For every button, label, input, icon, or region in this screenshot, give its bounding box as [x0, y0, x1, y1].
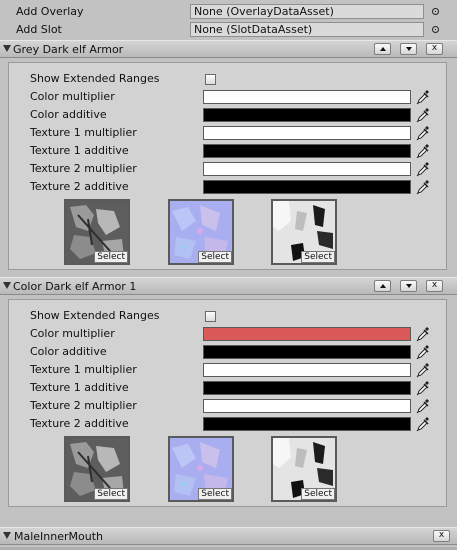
eyedropper-icon[interactable]: [416, 380, 430, 396]
arrow-up-icon: [380, 47, 386, 51]
arrow-up-icon: [380, 284, 386, 288]
remove-button[interactable]: x: [426, 280, 443, 292]
close-icon: x: [431, 43, 438, 53]
eyedropper-icon[interactable]: [416, 179, 430, 195]
color-row: Texture 2 multiplier: [9, 397, 448, 415]
move-down-button[interactable]: [400, 280, 417, 292]
section-title: MaleInnerMouth: [14, 530, 104, 543]
eyedropper-icon[interactable]: [416, 107, 430, 123]
move-up-button[interactable]: [374, 280, 391, 292]
eyedropper-icon[interactable]: [416, 398, 430, 414]
eyedropper-icon[interactable]: [416, 362, 430, 378]
eyedropper-icon[interactable]: [416, 416, 430, 432]
section-panel-color-dark-elf-armor-1: Show Extended Ranges Color multiplier Co…: [8, 299, 447, 507]
eyedropper-icon[interactable]: [416, 326, 430, 342]
texture-select-button[interactable]: Select: [301, 251, 335, 263]
close-icon: x: [431, 280, 438, 290]
object-picker-icon[interactable]: [432, 8, 439, 15]
color-row-label: Color additive: [30, 108, 107, 121]
show-extended-checkbox[interactable]: [205, 311, 216, 322]
arrow-down-icon: [406, 47, 412, 51]
color-row: Texture 1 multiplier: [9, 361, 448, 379]
color-swatch[interactable]: [203, 327, 411, 341]
color-row: Texture 1 multiplier: [9, 124, 448, 142]
color-swatch[interactable]: [203, 90, 411, 104]
color-row: Color additive: [9, 343, 448, 361]
move-up-button[interactable]: [374, 43, 391, 55]
color-row: Texture 1 additive: [9, 379, 448, 397]
section-title: Color Dark elf Armor 1: [13, 280, 137, 293]
color-swatch[interactable]: [203, 180, 411, 194]
show-extended-label: Show Extended Ranges: [30, 72, 160, 85]
texture-thumbnail-mask[interactable]: Select: [271, 199, 337, 265]
eyedropper-icon[interactable]: [416, 143, 430, 159]
add-slot-row: Add Slot None (SlotDataAsset): [0, 21, 457, 39]
texture-select-button[interactable]: Select: [198, 251, 232, 263]
color-row-label: Texture 1 additive: [30, 381, 129, 394]
color-row-label: Color additive: [30, 345, 107, 358]
section-header-color-dark-elf-armor-1[interactable]: Color Dark elf Armor 1 x: [0, 277, 457, 295]
section-header-male-inner-mouth[interactable]: MaleInnerMouth x: [0, 527, 457, 545]
color-row: Texture 2 multiplier: [9, 160, 448, 178]
section-header-grey-dark-elf-armor[interactable]: Grey Dark elf Armor x: [0, 40, 457, 58]
add-slot-field[interactable]: None (SlotDataAsset): [190, 22, 424, 37]
texture-thumbnail-diffuse[interactable]: Select: [64, 199, 130, 265]
section-panel-grey-dark-elf-armor: Show Extended Ranges Color multiplier Co…: [8, 62, 447, 270]
move-down-button[interactable]: [400, 43, 417, 55]
color-swatch[interactable]: [203, 363, 411, 377]
add-overlay-field[interactable]: None (OverlayDataAsset): [190, 4, 424, 19]
color-swatch[interactable]: [203, 108, 411, 122]
texture-thumbnail-diffuse[interactable]: Select: [64, 436, 130, 502]
color-row: Color additive: [9, 106, 448, 124]
texture-thumbnail-mask[interactable]: Select: [271, 436, 337, 502]
color-swatch[interactable]: [203, 126, 411, 140]
show-extended-label: Show Extended Ranges: [30, 309, 160, 322]
color-row-label: Texture 1 multiplier: [30, 363, 137, 376]
show-extended-row: Show Extended Ranges: [9, 307, 448, 325]
color-row-label: Texture 1 additive: [30, 144, 129, 157]
section-title: Grey Dark elf Armor: [13, 43, 124, 56]
eyedropper-icon[interactable]: [416, 89, 430, 105]
eyedropper-icon[interactable]: [416, 344, 430, 360]
add-slot-label: Add Slot: [16, 23, 62, 36]
remove-button[interactable]: x: [426, 43, 443, 55]
color-row-label: Texture 2 multiplier: [30, 162, 137, 175]
color-row-label: Texture 2 additive: [30, 180, 129, 193]
color-row-label: Texture 1 multiplier: [30, 126, 137, 139]
triangle-down-icon[interactable]: [3, 45, 11, 52]
add-overlay-row: Add Overlay None (OverlayDataAsset): [0, 3, 457, 21]
color-row-label: Texture 2 additive: [30, 417, 129, 430]
color-row: Texture 2 additive: [9, 415, 448, 433]
triangle-down-icon[interactable]: [3, 532, 11, 539]
color-swatch[interactable]: [203, 417, 411, 431]
texture-select-button[interactable]: Select: [94, 251, 128, 263]
color-row-label: Color multiplier: [30, 90, 115, 103]
eyedropper-icon[interactable]: [416, 125, 430, 141]
color-row: Color multiplier: [9, 325, 448, 343]
color-swatch[interactable]: [203, 144, 411, 158]
remove-button[interactable]: x: [433, 530, 450, 542]
texture-select-button[interactable]: Select: [301, 488, 335, 500]
color-swatch[interactable]: [203, 345, 411, 359]
eyedropper-icon[interactable]: [416, 161, 430, 177]
texture-select-button[interactable]: Select: [198, 488, 232, 500]
color-row: Color multiplier: [9, 88, 448, 106]
color-row-label: Texture 2 multiplier: [30, 399, 137, 412]
triangle-down-icon[interactable]: [3, 282, 11, 289]
texture-select-button[interactable]: Select: [94, 488, 128, 500]
color-swatch[interactable]: [203, 162, 411, 176]
color-swatch[interactable]: [203, 399, 411, 413]
close-icon: x: [438, 530, 445, 540]
arrow-down-icon: [406, 284, 412, 288]
texture-thumbnail-normal[interactable]: Select: [168, 436, 234, 502]
texture-thumbnail-normal[interactable]: Select: [168, 199, 234, 265]
show-extended-row: Show Extended Ranges: [9, 70, 448, 88]
color-swatch[interactable]: [203, 381, 411, 395]
add-overlay-label: Add Overlay: [16, 5, 84, 18]
color-row: Texture 1 additive: [9, 142, 448, 160]
object-picker-icon[interactable]: [432, 26, 439, 33]
show-extended-checkbox[interactable]: [205, 74, 216, 85]
color-row: Texture 2 additive: [9, 178, 448, 196]
color-row-label: Color multiplier: [30, 327, 115, 340]
